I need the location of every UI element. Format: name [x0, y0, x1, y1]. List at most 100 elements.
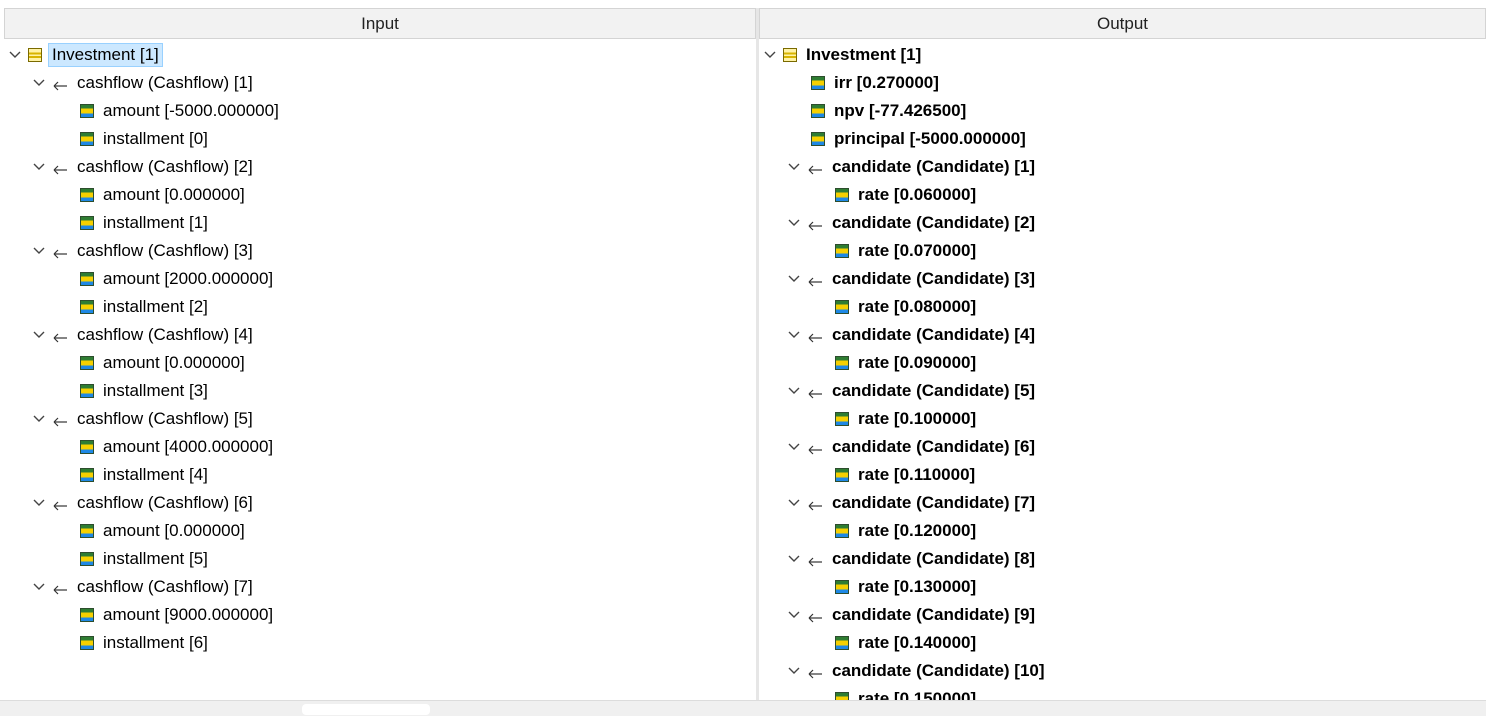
tree-node-rate[interactable]: rate [0.070000] — [835, 237, 979, 265]
expand-chevron-icon[interactable] — [32, 237, 46, 265]
tree-node-rate[interactable]: rate [0.150000] — [835, 685, 979, 700]
tree-node-installment[interactable]: installment [4] — [80, 461, 211, 489]
tree-node-cashflow[interactable]: cashflow (Cashflow) [7] — [32, 573, 256, 601]
expand-chevron-icon[interactable] — [32, 573, 46, 601]
expand-chevron-icon[interactable] — [32, 489, 46, 517]
tree-node-investment[interactable]: Investment [1] — [763, 41, 924, 69]
node-label: installment [2] — [103, 297, 208, 316]
node-label: candidate (Candidate) [8] — [832, 549, 1036, 568]
tree-node-amount[interactable]: amount [0.000000] — [80, 517, 248, 545]
attribute-icon — [80, 440, 94, 454]
tree-node-cashflow[interactable]: cashflow (Cashflow) [2] — [32, 153, 256, 181]
expand-chevron-icon[interactable] — [787, 153, 801, 181]
reference-icon — [807, 329, 823, 343]
expand-chevron-icon[interactable] — [32, 405, 46, 433]
attribute-icon — [80, 272, 94, 286]
tree-node-rate[interactable]: rate [0.120000] — [835, 517, 979, 545]
tree-node-amount[interactable]: amount [2000.000000] — [80, 265, 276, 293]
output-header: Output — [759, 8, 1486, 39]
input-panel: Input Investment [1] cashflow (Cashflow) … — [4, 8, 756, 700]
tree-node-amount[interactable]: amount [4000.000000] — [80, 433, 276, 461]
tree-node-cashflow[interactable]: cashflow (Cashflow) [3] — [32, 237, 256, 265]
node-label: amount [0.000000] — [103, 185, 245, 204]
tree-node-installment[interactable]: installment [0] — [80, 125, 211, 153]
tree-node-candidate[interactable]: candidate (Candidate) [3] — [787, 265, 1038, 293]
reference-icon — [807, 665, 823, 679]
output-panel: Output Investment [1] irr [0.270000] npv [… — [759, 8, 1486, 700]
expand-chevron-icon[interactable] — [787, 433, 801, 461]
node-label: cashflow (Cashflow) [3] — [77, 241, 253, 260]
node-label: cashflow (Cashflow) [2] — [77, 157, 253, 176]
expand-chevron-icon[interactable] — [787, 545, 801, 573]
tree-node-attribute[interactable]: npv [-77.426500] — [811, 97, 969, 125]
tree-node-candidate[interactable]: candidate (Candidate) [1] — [787, 153, 1038, 181]
expand-chevron-icon[interactable] — [32, 153, 46, 181]
expand-chevron-icon[interactable] — [787, 657, 801, 685]
scrollbar-thumb[interactable] — [302, 704, 430, 715]
tree-node-installment[interactable]: installment [2] — [80, 293, 211, 321]
node-label: candidate (Candidate) [9] — [832, 605, 1036, 624]
reference-icon — [52, 161, 68, 175]
attribute-icon — [811, 132, 825, 146]
node-label: installment [4] — [103, 465, 208, 484]
reference-icon — [807, 385, 823, 399]
expand-chevron-icon[interactable] — [32, 69, 46, 97]
tree-node-cashflow[interactable]: cashflow (Cashflow) [5] — [32, 405, 256, 433]
attribute-icon — [80, 132, 94, 146]
tree-node-cashflow[interactable]: cashflow (Cashflow) [6] — [32, 489, 256, 517]
tree-node-amount[interactable]: amount [9000.000000] — [80, 601, 276, 629]
tree-node-cashflow[interactable]: cashflow (Cashflow) [1] — [32, 69, 256, 97]
expand-chevron-icon[interactable] — [787, 209, 801, 237]
tree-node-installment[interactable]: installment [1] — [80, 209, 211, 237]
node-label: rate [0.100000] — [858, 409, 977, 428]
reference-icon — [52, 581, 68, 595]
node-label: rate [0.090000] — [858, 353, 977, 372]
attribute-icon — [835, 244, 849, 258]
attribute-icon — [835, 412, 849, 426]
reference-icon — [807, 441, 823, 455]
expand-chevron-icon[interactable] — [787, 321, 801, 349]
expand-chevron-icon[interactable] — [787, 601, 801, 629]
tree-node-candidate[interactable]: candidate (Candidate) [7] — [787, 489, 1038, 517]
attribute-icon — [835, 356, 849, 370]
node-label: amount [9000.000000] — [103, 605, 274, 624]
tree-node-candidate[interactable]: candidate (Candidate) [5] — [787, 377, 1038, 405]
tree-node-rate[interactable]: rate [0.090000] — [835, 349, 979, 377]
reference-icon — [52, 245, 68, 259]
node-label: rate [0.080000] — [858, 297, 977, 316]
tree-node-candidate[interactable]: candidate (Candidate) [2] — [787, 209, 1038, 237]
tree-node-rate[interactable]: rate [0.110000] — [835, 461, 978, 489]
tree-node-rate[interactable]: rate [0.140000] — [835, 629, 979, 657]
expand-chevron-icon[interactable] — [8, 41, 22, 69]
tree-node-candidate[interactable]: candidate (Candidate) [8] — [787, 545, 1038, 573]
expand-chevron-icon[interactable] — [32, 321, 46, 349]
expand-chevron-icon[interactable] — [763, 41, 777, 69]
tree-node-installment[interactable]: installment [3] — [80, 377, 211, 405]
tree-node-candidate[interactable]: candidate (Candidate) [4] — [787, 321, 1038, 349]
tree-node-candidate[interactable]: candidate (Candidate) [6] — [787, 433, 1038, 461]
tree-node-rate[interactable]: rate [0.060000] — [835, 181, 979, 209]
expand-chevron-icon[interactable] — [787, 377, 801, 405]
expand-chevron-icon[interactable] — [787, 489, 801, 517]
node-label: principal [-5000.000000] — [834, 129, 1026, 148]
tree-node-attribute[interactable]: irr [0.270000] — [811, 69, 942, 97]
tree-node-candidate[interactable]: candidate (Candidate) [9] — [787, 601, 1038, 629]
tree-node-amount[interactable]: amount [-5000.000000] — [80, 97, 282, 125]
node-label: candidate (Candidate) [10] — [832, 661, 1045, 680]
expand-chevron-icon[interactable] — [787, 265, 801, 293]
tree-node-rate[interactable]: rate [0.130000] — [835, 573, 979, 601]
tree-node-investment[interactable]: Investment [1] — [8, 41, 163, 69]
tree-node-candidate[interactable]: candidate (Candidate) [10] — [787, 657, 1048, 685]
tree-node-rate[interactable]: rate [0.080000] — [835, 293, 979, 321]
tree-node-cashflow[interactable]: cashflow (Cashflow) [4] — [32, 321, 256, 349]
horizontal-scrollbar[interactable] — [0, 700, 1486, 716]
tree-node-installment[interactable]: installment [5] — [80, 545, 211, 573]
tree-node-amount[interactable]: amount [0.000000] — [80, 181, 248, 209]
attribute-icon — [80, 552, 94, 566]
tree-node-attribute[interactable]: principal [-5000.000000] — [811, 125, 1029, 153]
tree-node-rate[interactable]: rate [0.100000] — [835, 405, 979, 433]
tree-node-amount[interactable]: amount [0.000000] — [80, 349, 248, 377]
attribute-icon — [80, 468, 94, 482]
reference-icon — [807, 553, 823, 567]
tree-node-installment[interactable]: installment [6] — [80, 629, 211, 657]
